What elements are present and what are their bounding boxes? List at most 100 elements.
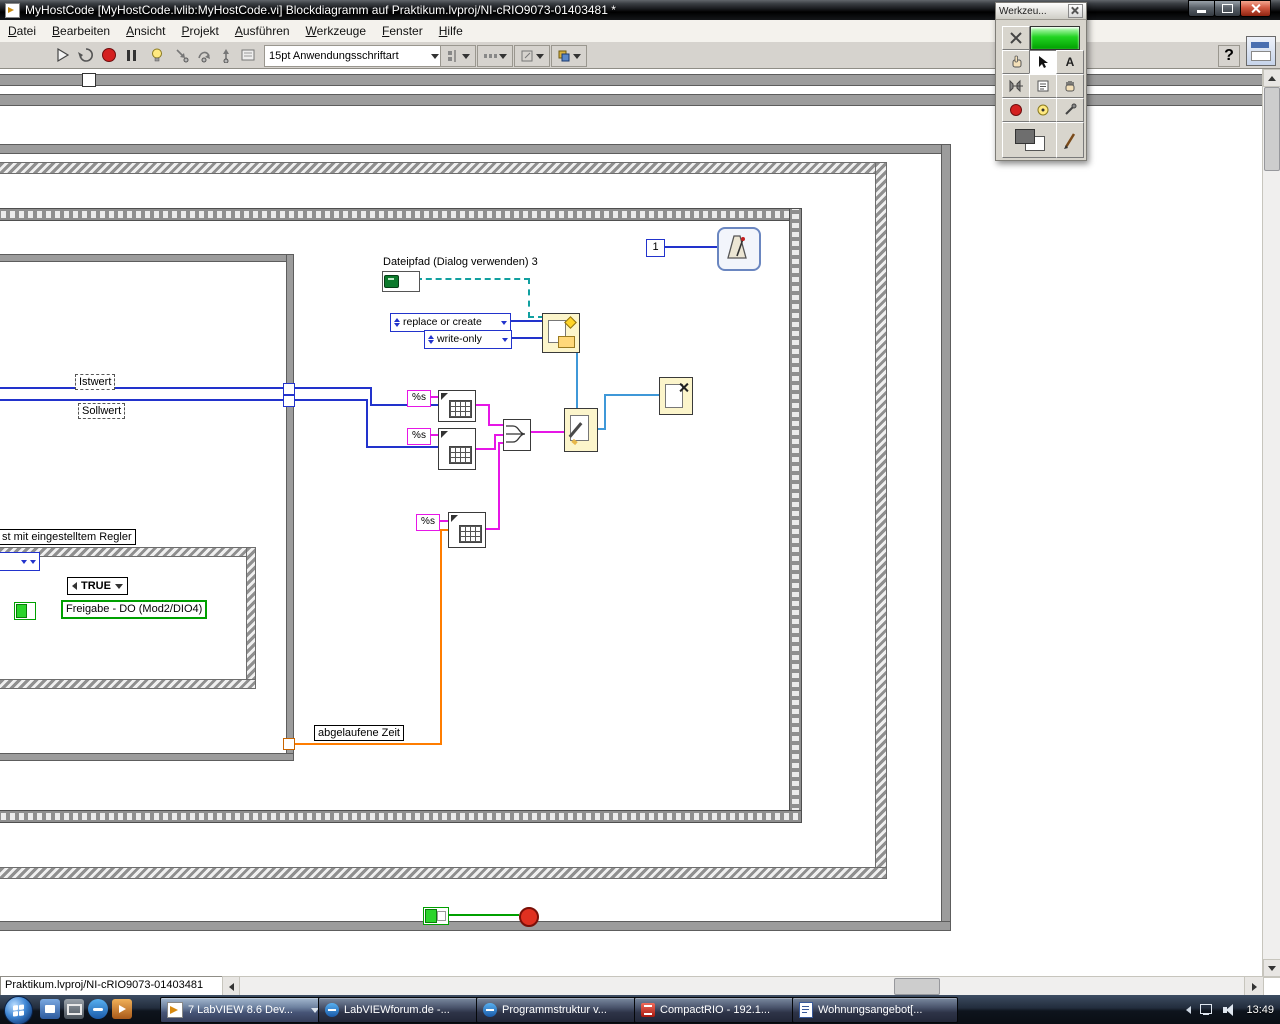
case-selector[interactable]: TRUE [67,577,128,595]
horizontal-scrollbar[interactable] [239,976,1246,997]
close-button[interactable] [1240,0,1271,17]
probe-tool-button[interactable] [1029,98,1057,122]
format-string-constant[interactable]: %s [416,514,440,531]
disable-structure-border-bottom[interactable] [0,867,887,879]
align-objects-dropdown[interactable] [440,45,476,67]
while-loop-border-top[interactable] [0,144,951,154]
write-text-file-node[interactable] [564,408,598,452]
wire-sollwert[interactable] [293,399,366,401]
wire-istwert[interactable] [293,387,372,389]
wire-string[interactable] [498,442,500,530]
edit-text-tool-button[interactable]: A [1056,50,1084,74]
clock[interactable]: 13:49 [1246,1004,1274,1016]
menu-ausfuehren[interactable]: Ausführen [227,21,298,41]
wire-string[interactable] [488,424,503,426]
block-diagram[interactable]: Istwert Sollwert st mit eingestelltem Re… [0,68,1262,976]
sequence-border-top[interactable] [0,208,802,221]
wire-sollwert[interactable] [366,399,368,448]
wire-elapsed-time[interactable] [440,529,448,531]
color-boxes-button[interactable] [1002,122,1057,158]
auto-select-led[interactable] [1030,26,1080,50]
wire-sollwert[interactable] [0,399,283,401]
label-freigabe[interactable]: Freigabe - DO (Mod2/DIO4) [61,600,208,619]
cleanup-diagram-button[interactable] [237,44,259,66]
disable-structure-border-right[interactable] [875,162,887,879]
wire-file-refnum[interactable] [604,394,659,396]
scroll-up-button[interactable] [1263,69,1280,87]
case-prev-icon[interactable] [72,582,77,590]
vi-icon[interactable] [1246,36,1276,66]
help-button[interactable]: ? [1218,45,1240,67]
taskbar-button-compactrio[interactable]: CompactRIO - 192.1... [634,997,800,1023]
sequence-border-right[interactable] [789,208,802,823]
step-out-button[interactable] [215,44,237,66]
concatenate-strings-node[interactable] [503,419,531,451]
font-selector[interactable]: 15pt Anwendungsschriftart [264,45,444,67]
wire-string[interactable] [474,448,496,450]
case-structure-border-right[interactable] [246,547,256,689]
start-button[interactable] [4,996,33,1024]
resize-objects-dropdown[interactable] [514,45,550,67]
menu-bearbeiten[interactable]: Bearbeiten [44,21,118,41]
menu-werkzeuge[interactable]: Werkzeuge [298,21,374,41]
disable-structure-border-top[interactable] [0,162,887,174]
loop-stop-terminal[interactable] [519,907,539,927]
boolean-constant[interactable] [14,602,36,620]
wire-concat-out[interactable] [529,431,564,433]
abort-button[interactable] [98,44,120,66]
quick-launch-media-icon[interactable] [112,999,132,1019]
format-string-constant[interactable]: %s [407,390,431,407]
label-istwert[interactable]: Istwert [75,374,116,390]
wire-istwert[interactable] [0,387,283,389]
volume-icon[interactable] [1223,1003,1237,1016]
menu-projekt[interactable]: Projekt [173,21,226,41]
format-string-constant[interactable]: %s [407,428,431,445]
quick-launch-window-icon[interactable] [40,999,60,1019]
label-abgelaufene-zeit[interactable]: abgelaufene Zeit [314,725,404,741]
maximize-button[interactable] [1214,0,1241,17]
chevron-down-icon[interactable] [114,583,123,589]
while-loop-border-bottom[interactable] [0,921,951,931]
tools-palette-titlebar[interactable]: Werkzeu... [996,3,1086,20]
label-sollwert[interactable]: Sollwert [78,403,126,419]
object-shortcut-menu-tool-button[interactable] [1029,74,1057,98]
execution-target-label[interactable]: Praktikum.lvproj/NI-cRIO9073-01403481 [0,976,232,997]
wire-string[interactable] [494,434,503,436]
boolean-constant-stop[interactable] [423,907,449,925]
case-structure-border-bottom[interactable] [0,679,256,689]
wire-file-refnum[interactable] [576,351,578,408]
sequence-border-bottom[interactable] [0,810,802,823]
menu-fenster[interactable]: Fenster [374,21,431,41]
while-loop-border-right[interactable] [941,144,951,931]
pause-button[interactable] [120,44,142,66]
taskbar-button-programmstruktur[interactable]: Programmstruktur v... [476,997,642,1023]
set-color-tool-button[interactable] [1056,122,1084,158]
minimize-button[interactable] [1188,0,1215,17]
menu-hilfe[interactable]: Hilfe [431,21,471,41]
inner-structure-border-right[interactable] [286,254,294,761]
path-constant[interactable] [382,271,420,292]
vertical-scroll-thumb[interactable] [1264,87,1280,171]
get-color-tool-button[interactable] [1056,98,1084,122]
menu-ansicht[interactable]: Ansicht [118,21,173,41]
wait-ms-node[interactable] [717,227,761,271]
tunnel-istwert[interactable] [283,383,295,395]
step-over-button[interactable] [193,44,215,66]
network-icon[interactable] [1200,1003,1214,1016]
close-file-node[interactable] [659,377,693,415]
enum-constant-clipped[interactable] [0,552,40,571]
run-button[interactable] [52,44,74,66]
label-dateipfad[interactable]: Dateipfad (Dialog verwenden) 3 [383,256,538,268]
vertical-scrollbar[interactable] [1262,68,1280,978]
wire-file-path[interactable] [416,278,530,280]
tray-expand-icon[interactable] [1186,1005,1192,1014]
wire-elapsed-time[interactable] [293,743,442,745]
open-create-replace-file-node[interactable] [542,313,580,353]
breakpoint-tool-button[interactable] [1002,98,1030,122]
wire-sollwert[interactable] [366,446,438,448]
wire-stop-condition[interactable] [447,914,519,916]
quick-launch-desktop-icon[interactable] [64,999,84,1019]
menu-datei[interactable]: Datei [0,21,44,41]
tunnel-sollwert[interactable] [283,395,295,407]
taskbar-button-labview[interactable]: 7 LabVIEW 8.6 Dev... [160,997,326,1023]
